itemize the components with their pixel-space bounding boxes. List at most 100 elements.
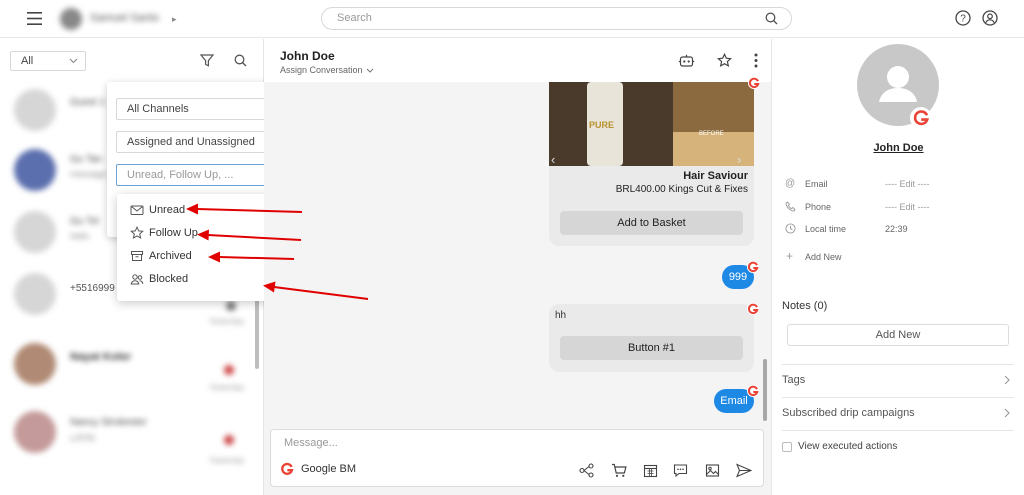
add-to-basket-button[interactable]: Add to Basket bbox=[560, 211, 743, 235]
product-title: Hair Saviour bbox=[683, 170, 748, 182]
bot-icon[interactable] bbox=[678, 54, 695, 68]
conversation-name: Guest 1 bbox=[70, 97, 106, 108]
search-input[interactable]: Search bbox=[321, 7, 792, 30]
product-card: PURE BEFORE ‹ › Hair Saviour BRL400.00 K… bbox=[549, 82, 754, 246]
channel-name: Google BM bbox=[301, 463, 357, 475]
status-option-blocked[interactable]: Blocked bbox=[130, 270, 188, 288]
status-option-follow-up[interactable]: Follow Up bbox=[130, 224, 198, 242]
search-icon[interactable] bbox=[765, 12, 778, 25]
field-value: 22:39 bbox=[885, 224, 908, 234]
conversation-name: +5516999 bbox=[70, 283, 115, 294]
chat-pane: John Doe Assign Conversation PURE BEFORE… bbox=[264, 39, 771, 495]
people-icon bbox=[130, 272, 144, 286]
conversation-name: Nancy Strokester bbox=[70, 417, 147, 428]
google-icon bbox=[747, 261, 759, 273]
status-option-label: Follow Up bbox=[149, 227, 198, 239]
add-field-label: Add New bbox=[805, 252, 842, 262]
tags-label: Tags bbox=[782, 374, 806, 386]
archive-icon bbox=[130, 249, 144, 263]
search-icon[interactable] bbox=[234, 54, 247, 67]
user-name[interactable]: Samuel Santo bbox=[90, 12, 159, 24]
field-label: Local time bbox=[805, 224, 847, 234]
channel-select[interactable]: All bbox=[10, 51, 86, 71]
channel-badge bbox=[224, 365, 234, 375]
hamburger-menu-icon[interactable] bbox=[27, 12, 42, 25]
channel-indicator[interactable]: Google BM bbox=[280, 462, 356, 476]
google-icon bbox=[748, 77, 760, 89]
calendar-icon[interactable] bbox=[643, 463, 658, 478]
product-before-photo bbox=[673, 82, 754, 132]
message-input[interactable]: Message... bbox=[284, 437, 338, 449]
conversation-time: Yesterday bbox=[209, 383, 245, 392]
send-icon[interactable] bbox=[736, 463, 752, 478]
plus-icon: + bbox=[786, 249, 794, 263]
chevron-down-icon bbox=[69, 58, 78, 64]
drip-campaigns-label: Subscribed drip campaigns bbox=[782, 407, 915, 419]
filter-icon[interactable] bbox=[200, 54, 214, 67]
executed-actions-checkbox[interactable] bbox=[782, 442, 792, 452]
product-bottle-label: PURE bbox=[589, 120, 615, 130]
product-price: BRL400.00 Kings Cut & Fixes bbox=[615, 184, 748, 195]
star-icon bbox=[130, 226, 144, 240]
conversation-item[interactable]: Nayat Koler Yesterday bbox=[14, 343, 254, 403]
flow-icon[interactable] bbox=[579, 463, 594, 478]
contact-name[interactable]: John Doe bbox=[772, 142, 1024, 154]
executed-actions-row: View executed actions bbox=[782, 430, 1014, 460]
conversation-name: Gu Tol bbox=[70, 216, 99, 227]
drip-campaigns-section[interactable]: Subscribed drip campaigns bbox=[782, 397, 1014, 430]
channel-badge bbox=[224, 435, 234, 445]
star-icon[interactable] bbox=[717, 53, 732, 68]
contact-field-local-time: Local time 22:39 bbox=[785, 223, 1015, 237]
chevron-right-icon bbox=[1004, 375, 1010, 385]
message-button[interactable]: Button #1 bbox=[560, 336, 743, 360]
status-option-archived[interactable]: Archived bbox=[130, 247, 192, 265]
conversation-preview: LATIN bbox=[70, 433, 95, 443]
assign-conversation-dropdown[interactable]: Assign Conversation bbox=[280, 65, 374, 75]
google-icon bbox=[280, 462, 294, 476]
product-image-caption: BEFORE bbox=[699, 131, 724, 137]
user-avatar[interactable] bbox=[60, 8, 82, 30]
conversation-name: Nayat Koler bbox=[70, 351, 132, 363]
add-field-button[interactable]: + Add New bbox=[785, 249, 905, 265]
svg-text:?: ? bbox=[960, 14, 966, 25]
message-text: hh bbox=[555, 310, 567, 321]
image-icon[interactable] bbox=[705, 463, 720, 478]
cart-icon[interactable] bbox=[611, 463, 627, 478]
channels-select-value: All Channels bbox=[127, 103, 189, 115]
account-icon[interactable] bbox=[982, 10, 998, 26]
avatar bbox=[14, 211, 56, 253]
user-menu-chevron-icon[interactable]: ▸ bbox=[172, 14, 177, 25]
google-icon bbox=[747, 303, 759, 315]
conversation-preview: hello bbox=[70, 231, 90, 241]
chat-header: John Doe Assign Conversation bbox=[264, 39, 771, 82]
carousel-prev-icon[interactable]: ‹ bbox=[551, 152, 555, 166]
conversation-list-scrollbar[interactable] bbox=[255, 299, 259, 369]
contact-details-pane: John Doe @ Email ---- Edit ---- Phone --… bbox=[771, 39, 1024, 495]
chat-contact-name: John Doe bbox=[280, 49, 335, 63]
status-option-unread[interactable]: Unread bbox=[130, 201, 185, 219]
add-note-button[interactable]: Add New bbox=[787, 324, 1009, 346]
field-value[interactable]: ---- Edit ---- bbox=[885, 202, 930, 212]
more-options-icon[interactable] bbox=[754, 53, 758, 68]
product-after-photo bbox=[673, 132, 754, 166]
google-icon bbox=[910, 107, 932, 129]
clock-icon bbox=[785, 223, 796, 234]
chat-bubble-icon[interactable] bbox=[673, 463, 688, 478]
avatar bbox=[14, 273, 56, 315]
status-option-label: Archived bbox=[149, 250, 192, 262]
tags-section[interactable]: Tags bbox=[782, 364, 1014, 397]
conversation-item[interactable]: Nancy Strokester LATIN Yesterday bbox=[14, 411, 254, 471]
help-icon[interactable]: ? bbox=[955, 10, 971, 26]
chat-scrollbar[interactable] bbox=[763, 359, 767, 421]
message-bubble-hh: hh Button #1 bbox=[549, 304, 754, 372]
contact-field-email: @ Email ---- Edit ---- bbox=[785, 178, 1015, 192]
avatar bbox=[14, 343, 56, 385]
product-image[interactable]: PURE BEFORE ‹ › bbox=[549, 82, 754, 166]
chevron-right-icon bbox=[1004, 408, 1010, 418]
field-label: Email bbox=[805, 179, 828, 189]
avatar bbox=[14, 89, 56, 131]
carousel-next-icon[interactable]: › bbox=[737, 152, 741, 166]
channel-select-value: All bbox=[21, 55, 34, 67]
message-input-placeholder: Message... bbox=[284, 437, 338, 449]
field-value[interactable]: ---- Edit ---- bbox=[885, 179, 930, 189]
